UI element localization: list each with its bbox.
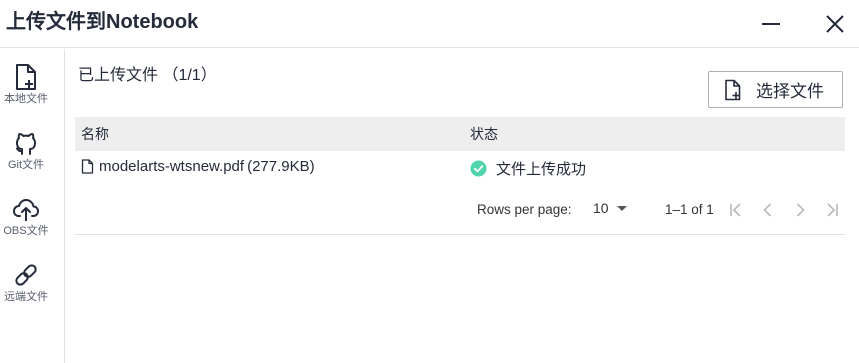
choose-file-button[interactable]: 选择文件 [708, 71, 843, 108]
document-icon [81, 159, 94, 174]
previous-page-button[interactable] [757, 199, 779, 221]
sidebar-item-git-file[interactable]: Git文件 [0, 129, 52, 181]
file-cell: modelarts-wtsnew.pdf (277.9KB) [81, 158, 315, 175]
file-name: modelarts-wtsnew.pdf [99, 158, 245, 175]
table-header: 名称 状态 [75, 117, 845, 151]
title-bar: 上传文件到Notebook [0, 0, 859, 48]
sidebar-item-label: 本地文件 [4, 93, 48, 105]
file-size: (277.9KB) [247, 158, 315, 175]
minimize-button[interactable] [757, 10, 785, 38]
last-page-icon [827, 203, 838, 217]
main-content: 已上传文件 （1/1） 选择文件 名称 状态 modelarts-wtsnew.… [66, 49, 859, 363]
chevron-right-icon [796, 203, 805, 217]
status-text: 文件上传成功 [496, 161, 587, 178]
column-header-status: 状态 [470, 126, 498, 142]
check-circle-icon [470, 160, 487, 177]
rows-per-page-select[interactable]: 10 [593, 200, 627, 216]
sidebar-item-label: Git文件 [7, 159, 45, 171]
sidebar-item-label: 远端文件 [4, 291, 48, 303]
rows-per-page-label: Rows per page: [477, 202, 572, 217]
source-sidebar: 本地文件 Git文件 OBS文件 远端文件 [0, 49, 65, 363]
pagination: Rows per page: 10 1–1 of 1 [75, 185, 845, 235]
file-add-icon [16, 64, 36, 90]
close-button[interactable] [821, 10, 849, 38]
close-icon [826, 15, 844, 33]
dialog-title: 上传文件到Notebook [6, 11, 199, 33]
sidebar-item-local-file[interactable]: 本地文件 [0, 63, 52, 115]
sidebar-item-obs-file[interactable]: OBS文件 [0, 195, 52, 247]
rows-per-page-value: 10 [593, 200, 609, 216]
caret-down-icon [616, 205, 627, 211]
first-page-icon [730, 203, 741, 217]
table-row: modelarts-wtsnew.pdf (277.9KB) 文件上传成功 [75, 151, 845, 185]
uploaded-files-heading: 已上传文件 （1/1） [78, 67, 217, 84]
cloud-upload-icon [13, 199, 39, 221]
last-page-button[interactable] [821, 199, 843, 221]
minimize-icon [762, 23, 780, 25]
file-add-icon [725, 79, 741, 100]
sidebar-item-remote-file[interactable]: 远端文件 [0, 261, 52, 313]
chevron-left-icon [763, 203, 772, 217]
sidebar-item-label: OBS文件 [3, 225, 49, 237]
column-header-name: 名称 [81, 126, 109, 142]
choose-file-label: 选择文件 [756, 82, 824, 101]
page-range: 1–1 of 1 [665, 202, 714, 217]
github-icon [16, 133, 36, 155]
next-page-button[interactable] [789, 199, 811, 221]
first-page-button[interactable] [725, 199, 747, 221]
status-cell: 文件上传成功 [470, 158, 586, 179]
link-icon [15, 264, 37, 286]
